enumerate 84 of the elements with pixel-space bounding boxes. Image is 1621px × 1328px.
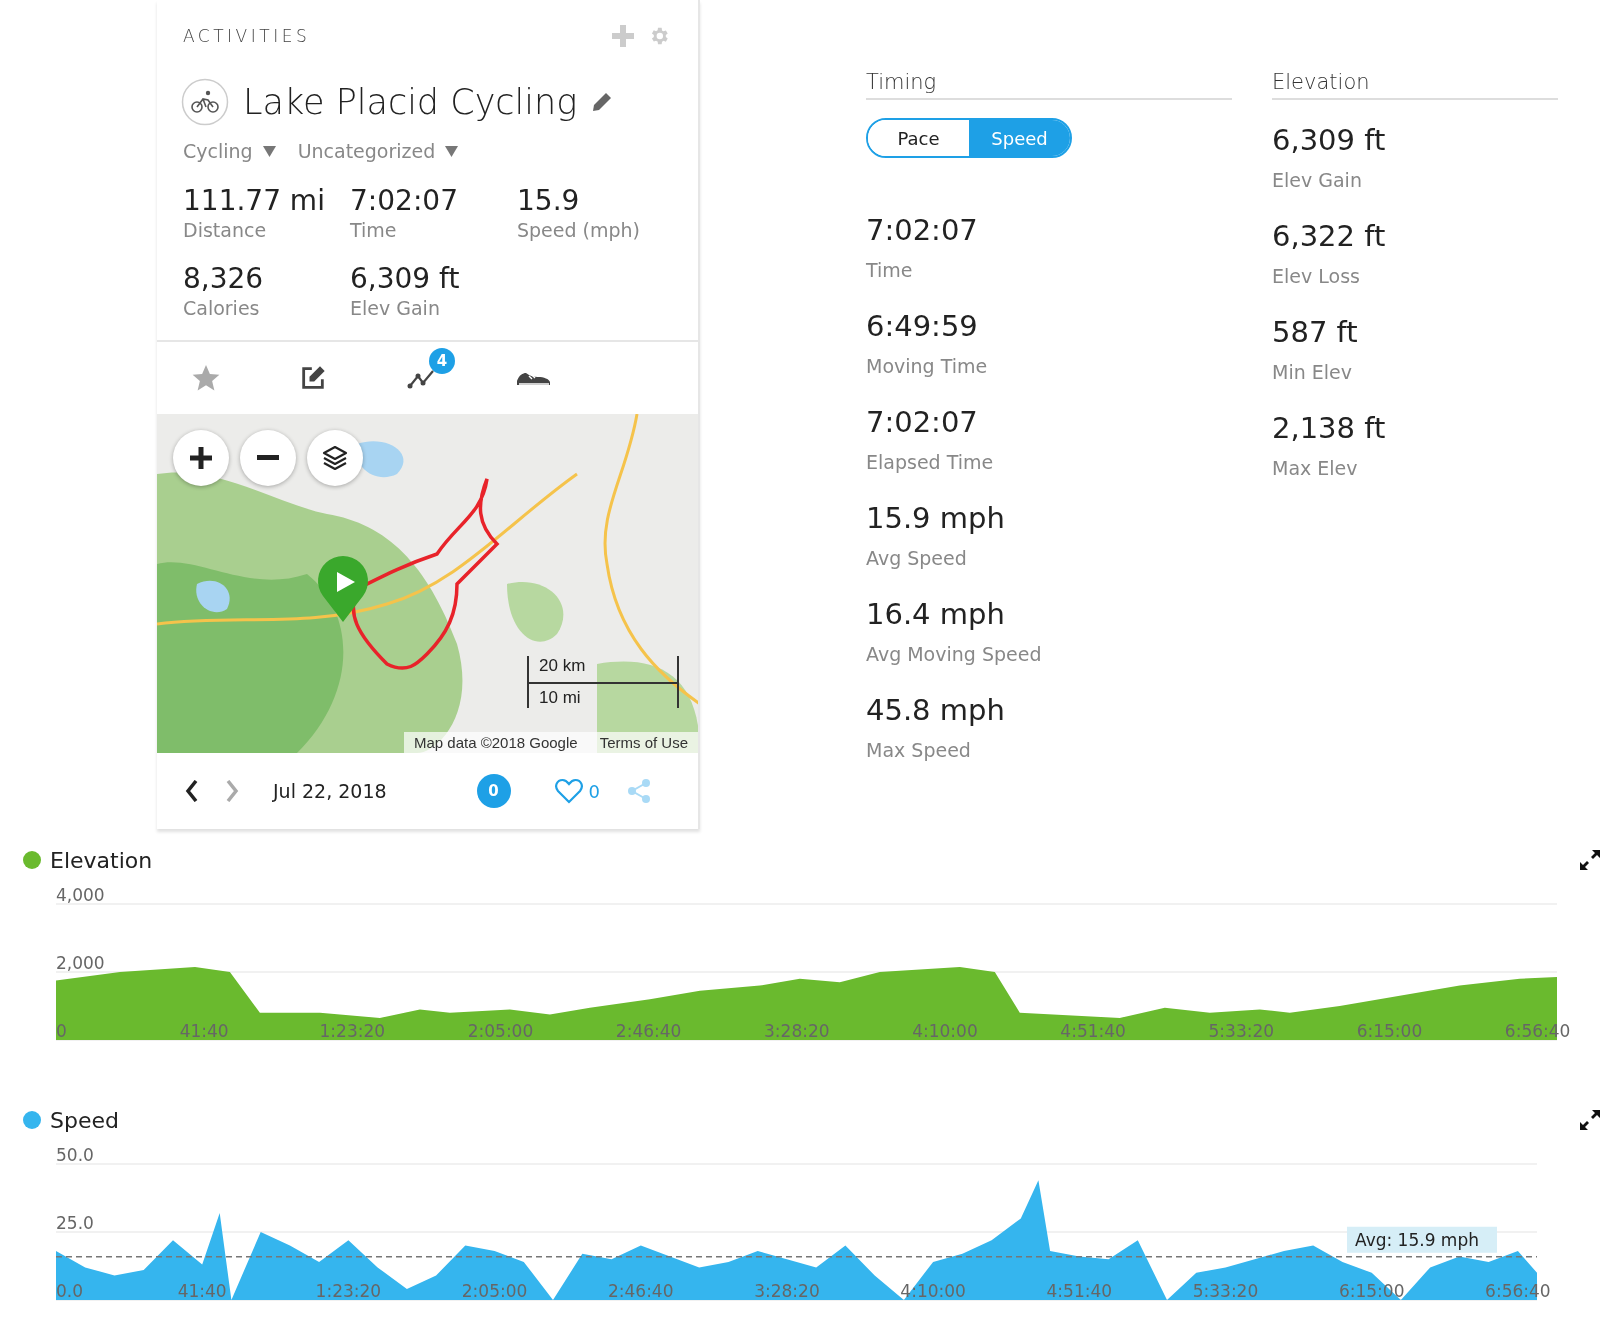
pencil-icon[interactable] bbox=[591, 91, 614, 113]
stat-value: 6,322 ft bbox=[1272, 218, 1387, 255]
axis-label: 5:33:20 bbox=[1208, 1021, 1275, 1041]
stat-label: Time bbox=[866, 258, 914, 283]
stat-label: Calories bbox=[183, 296, 261, 320]
layers-icon bbox=[321, 444, 349, 472]
stat-value: 7:02:07 bbox=[350, 184, 459, 218]
stat-value: 45.8 mph bbox=[866, 692, 1006, 729]
axis-label: 41:40 bbox=[177, 1281, 227, 1301]
toggle-option[interactable]: Speed bbox=[969, 120, 1070, 156]
star-icon[interactable] bbox=[191, 363, 221, 393]
stat-label: Speed (mph) bbox=[517, 218, 642, 242]
stat-label: Moving Time bbox=[866, 354, 989, 379]
scale-label: 20 km bbox=[539, 656, 587, 676]
comments-button[interactable]: 0 bbox=[476, 774, 511, 808]
stat-label: Time bbox=[350, 218, 398, 242]
stat-label: Elev Gain bbox=[350, 296, 441, 320]
axis-label: 2:46:40 bbox=[615, 1021, 682, 1041]
stat-value: 15.9 bbox=[517, 184, 581, 218]
stat-value: 2,138 ft bbox=[1272, 410, 1387, 447]
axis-label: 25.0 bbox=[56, 1213, 94, 1233]
heart-icon[interactable] bbox=[554, 778, 583, 804]
section-title: ACTIVITIES bbox=[183, 26, 311, 46]
axis-label: 6:15:00 bbox=[1356, 1021, 1423, 1041]
stat-label: Elev Loss bbox=[1272, 264, 1361, 289]
stat-value: 587 ft bbox=[1272, 314, 1359, 351]
stat-value: 7:02:07 bbox=[866, 404, 979, 441]
axis-label: 2:05:00 bbox=[467, 1021, 534, 1041]
stat-label: Distance bbox=[183, 218, 268, 242]
stat-value: 6,309 ft bbox=[1272, 122, 1387, 159]
chart-title: Elevation bbox=[50, 847, 153, 873]
stat-label: Elapsed Time bbox=[866, 450, 995, 475]
axis-label: 4,000 bbox=[56, 885, 105, 905]
stat-label: Max Elev bbox=[1272, 456, 1359, 481]
axis-label: 50.0 bbox=[56, 1145, 94, 1165]
edit-icon[interactable] bbox=[299, 364, 327, 392]
stat-value: 15.9 mph bbox=[866, 500, 1006, 537]
axis-label: 1:23:20 bbox=[319, 1021, 386, 1041]
terms-link[interactable]: Terms of Use bbox=[599, 734, 688, 751]
expand-icon[interactable] bbox=[1579, 849, 1601, 871]
bicycle-icon bbox=[181, 78, 229, 126]
section-title: Elevation bbox=[1272, 70, 1558, 100]
section-title: Timing bbox=[866, 70, 1232, 100]
axis-label: 2:46:40 bbox=[608, 1281, 674, 1301]
axis-label: 0.0 bbox=[56, 1281, 84, 1301]
plus-icon bbox=[190, 447, 212, 469]
stat-value: 16.4 mph bbox=[866, 596, 1006, 633]
axis-label: 3:28:20 bbox=[754, 1281, 820, 1301]
activity-type-dropdown[interactable]: Cycling bbox=[183, 140, 276, 162]
stat-label: Elev Gain bbox=[1272, 168, 1363, 193]
activity-date: Jul 22, 2018 bbox=[273, 780, 387, 802]
axis-label: 4:51:40 bbox=[1046, 1281, 1113, 1301]
stat-label: Avg Moving Speed bbox=[866, 642, 1043, 667]
chart-title: Speed bbox=[50, 1107, 119, 1133]
average-label: Avg: 15.9 mph bbox=[1347, 1226, 1497, 1253]
axis-label: 2:05:00 bbox=[461, 1281, 528, 1301]
axis-label: 41:40 bbox=[179, 1021, 229, 1041]
axis-label: 0 bbox=[56, 1021, 67, 1041]
stat-value: 6,309 ft bbox=[350, 262, 461, 296]
minus-icon bbox=[257, 455, 279, 461]
likes-count: 0 bbox=[588, 780, 600, 802]
caret-icon bbox=[445, 145, 459, 157]
axis-label: 4:51:40 bbox=[1060, 1021, 1126, 1041]
previous-icon[interactable] bbox=[185, 780, 199, 802]
activity-title: Lake Placid Cycling bbox=[243, 82, 578, 122]
stat-value: 6:49:59 bbox=[866, 308, 979, 345]
stat-label: Min Elev bbox=[1272, 360, 1353, 385]
axis-label: 5:33:20 bbox=[1192, 1281, 1259, 1301]
scale-label: 10 mi bbox=[539, 688, 582, 708]
stat-value: 111.77 mi bbox=[183, 184, 326, 218]
caret-icon bbox=[262, 145, 276, 157]
stat-label: Max Speed bbox=[866, 738, 972, 763]
axis-label: 1:23:20 bbox=[315, 1281, 382, 1301]
expand-icon[interactable] bbox=[1579, 1109, 1601, 1131]
stat-label: Avg Speed bbox=[866, 546, 968, 571]
ref-line-label: Avg: 15.9 mph bbox=[1355, 1229, 1479, 1250]
map-attribution: Map data ©2018 Google bbox=[413, 734, 578, 751]
axis-label: 3:28:20 bbox=[764, 1021, 830, 1041]
count-badge: 4 bbox=[429, 348, 455, 374]
stat-value: 7:02:07 bbox=[866, 212, 979, 249]
stat-value: 8,326 bbox=[183, 262, 265, 296]
category-dropdown[interactable]: Uncategorized bbox=[297, 140, 459, 162]
axis-label: 2,000 bbox=[56, 953, 105, 973]
axis-label: 4:10:00 bbox=[912, 1021, 978, 1041]
